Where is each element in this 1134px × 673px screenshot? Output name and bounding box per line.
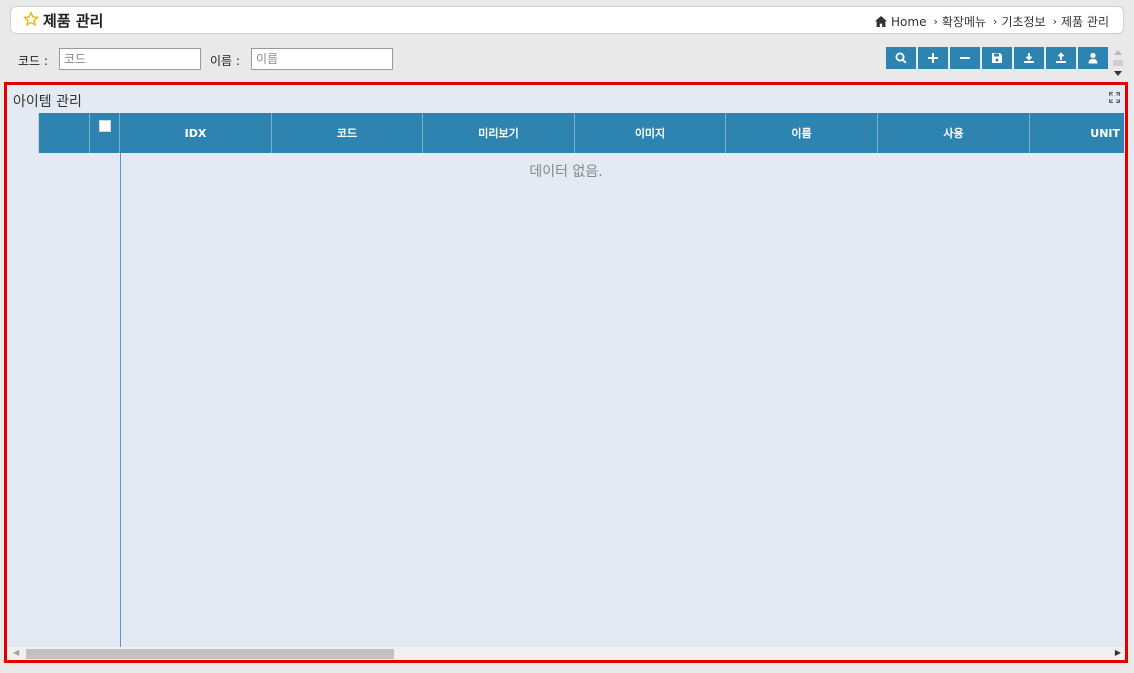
breadcrumb-label: 제품 관리: [1061, 15, 1109, 29]
column-header-unit[interactable]: UNIT: [1030, 113, 1124, 153]
panel-title: 아이템 관리: [13, 94, 82, 110]
item-management-panel: 아이템 관리 IDX 코드 미리보기 이미지 이름 사용 UNIT 데이터 없음…: [4, 82, 1128, 663]
code-input[interactable]: [59, 48, 201, 70]
breadcrumb-home-label: Home: [891, 14, 927, 29]
column-header-code[interactable]: 코드: [272, 113, 423, 153]
chevron-right-icon: ›: [1052, 15, 1058, 28]
empty-message: 데이터 없음.: [529, 164, 603, 180]
user-button[interactable]: [1078, 47, 1108, 69]
breadcrumb-item[interactable]: › 기초정보: [993, 13, 1046, 30]
scroll-left-icon[interactable]: ◀: [13, 648, 19, 657]
scroll-right-icon[interactable]: ▶: [1115, 648, 1121, 657]
delete-button[interactable]: [950, 47, 980, 69]
select-all-checkbox-cell: [90, 113, 120, 153]
search-button[interactable]: [886, 47, 916, 69]
save-button[interactable]: [982, 47, 1012, 69]
chevron-right-icon: ›: [993, 15, 998, 28]
name-label: 이름 :: [210, 54, 240, 68]
scrollbar-thumb[interactable]: [26, 649, 394, 659]
search-bar: 코드 : 이름 :: [0, 42, 1134, 76]
minus-icon: [959, 52, 971, 64]
download-button[interactable]: [1014, 47, 1044, 69]
breadcrumb-item[interactable]: › 확장메뉴: [933, 13, 986, 30]
column-header-image[interactable]: 이미지: [575, 113, 726, 153]
upload-button[interactable]: [1046, 47, 1076, 69]
page-header: 제품 관리 Home › 확장메뉴 › 기초정보 › 제품 관리: [10, 6, 1124, 34]
user-icon: [1087, 52, 1099, 64]
breadcrumb-label: 확장메뉴: [941, 15, 987, 29]
name-input[interactable]: [251, 48, 393, 70]
breadcrumb-label: 기초정보: [1001, 15, 1046, 29]
plus-icon: [927, 52, 939, 64]
frozen-column-divider: [120, 153, 121, 647]
save-icon: [991, 52, 1003, 64]
expand-icon[interactable]: [1108, 91, 1121, 106]
download-icon: [1023, 52, 1035, 64]
breadcrumb-item[interactable]: › 제품 관리: [1053, 13, 1109, 30]
toolbar: [886, 47, 1110, 69]
column-header-preview[interactable]: 미리보기: [423, 113, 575, 153]
column-header-idx[interactable]: IDX: [120, 113, 272, 153]
code-label: 코드 :: [18, 54, 48, 68]
grid-header: IDX 코드 미리보기 이미지 이름 사용 UNIT: [8, 113, 1124, 153]
column-header-use[interactable]: 사용: [878, 113, 1030, 153]
horizontal-scrollbar[interactable]: ◀ ▶: [8, 647, 1124, 660]
breadcrumb-home[interactable]: Home: [875, 15, 926, 29]
star-icon[interactable]: [22, 11, 40, 30]
chevron-right-icon: ›: [933, 15, 938, 28]
row-number-header: [39, 113, 90, 153]
search-icon: [895, 52, 907, 64]
column-header-name[interactable]: 이름: [726, 113, 878, 153]
add-button[interactable]: [918, 47, 948, 69]
breadcrumb: Home › 확장메뉴 › 기초정보 › 제품 관리: [868, 13, 1109, 30]
page-title: 제품 관리: [43, 12, 104, 30]
select-all-checkbox[interactable]: [98, 120, 111, 132]
grid-corner-cell: [8, 113, 39, 153]
home-icon: [875, 16, 888, 27]
toolbar-scrollbar[interactable]: [1111, 48, 1125, 78]
upload-icon: [1055, 52, 1067, 64]
